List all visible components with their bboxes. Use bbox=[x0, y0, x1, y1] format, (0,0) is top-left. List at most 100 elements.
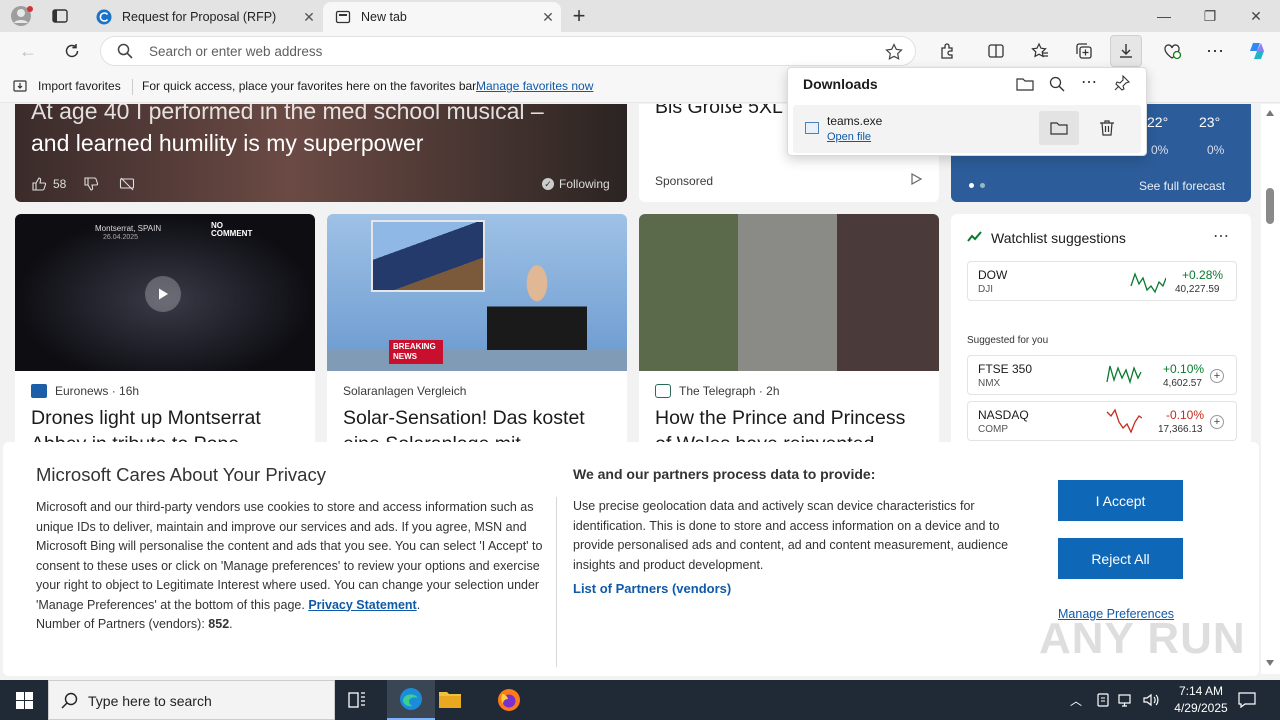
watchlist-more-icon[interactable]: ⋯ bbox=[1213, 226, 1229, 246]
tab-new-tab[interactable]: New tab ✕ bbox=[323, 2, 561, 32]
taskbar-edge[interactable] bbox=[387, 680, 435, 720]
right-title: We and our partners process data to prov… bbox=[573, 466, 876, 482]
card-source: Euronews · 16h bbox=[55, 384, 140, 398]
no-comment-logo: NO COMMENT bbox=[211, 221, 253, 238]
edge-icon bbox=[400, 688, 422, 710]
download-item[interactable]: teams.exe Open file bbox=[793, 105, 1141, 153]
import-favorites-button[interactable]: Import favorites bbox=[12, 78, 121, 94]
carousel-dots[interactable] bbox=[969, 183, 985, 188]
extensions-icon[interactable] bbox=[932, 35, 964, 67]
thumbs-down-icon[interactable] bbox=[83, 176, 99, 192]
minimize-icon[interactable]: — bbox=[1141, 0, 1187, 32]
downloads-title: Downloads bbox=[803, 76, 878, 92]
open-downloads-folder-icon[interactable] bbox=[1016, 76, 1034, 92]
weather-temp-1: 22° bbox=[1147, 114, 1169, 130]
tab-title: Request for Proposal (RFP) bbox=[122, 10, 277, 24]
back-icon[interactable]: ← bbox=[12, 35, 44, 67]
watchlist-row-dow[interactable]: DOW DJI +0.28% 40,227.59 bbox=[967, 261, 1237, 301]
watchlist-row-nasdaq[interactable]: NASDAQ COMP -0.10% 17,366.13 bbox=[967, 401, 1237, 441]
taskbar-file-explorer[interactable] bbox=[438, 688, 462, 710]
card-headline-line1: Solar-Sensation! Das kostet bbox=[343, 407, 585, 429]
news-card-telegraph[interactable]: The Telegraph · 2h How the Prince and Pr… bbox=[639, 214, 939, 454]
news-card-euronews[interactable]: Montserrat, SPAIN 26.04.2025 NO COMMENT … bbox=[15, 214, 315, 454]
close-tab-icon[interactable]: ✕ bbox=[296, 9, 322, 26]
pin-icon[interactable] bbox=[1114, 75, 1130, 91]
favorite-star-icon[interactable] bbox=[885, 43, 903, 61]
show-in-folder-button[interactable] bbox=[1039, 111, 1079, 145]
suggested-label: Suggested for you bbox=[967, 335, 1049, 346]
check-circle-icon: ✓ bbox=[542, 178, 554, 190]
list-of-partners-link[interactable]: List of Partners (vendors) bbox=[573, 581, 731, 596]
edge-page-icon bbox=[96, 9, 112, 25]
start-button[interactable] bbox=[0, 680, 48, 720]
delete-download-icon[interactable] bbox=[1099, 119, 1115, 137]
browser-essentials-icon[interactable] bbox=[1156, 35, 1188, 67]
task-view-icon[interactable] bbox=[347, 690, 367, 710]
copilot-icon[interactable] bbox=[1241, 35, 1273, 67]
anyrun-watermark: ANY RUN bbox=[1039, 614, 1246, 663]
taskbar-firefox[interactable] bbox=[497, 688, 521, 712]
like-button[interactable]: 58 bbox=[31, 176, 66, 192]
clock-time[interactable]: 7:14 AM bbox=[1172, 684, 1230, 698]
play-ad-icon[interactable] bbox=[909, 172, 923, 186]
search-icon bbox=[117, 43, 133, 59]
new-tab-button[interactable]: + bbox=[567, 3, 591, 28]
hide-story-icon[interactable] bbox=[119, 176, 135, 192]
banner-divider bbox=[556, 497, 557, 667]
tab-actions-icon[interactable] bbox=[50, 6, 70, 26]
network-icon[interactable] bbox=[1118, 692, 1134, 708]
search-icon bbox=[61, 692, 78, 709]
watchlist-row-ftse[interactable]: FTSE 350 NMX +0.10% 4,602.57 bbox=[967, 355, 1237, 395]
favorites-icon[interactable] bbox=[1024, 35, 1056, 67]
accept-button[interactable]: I Accept bbox=[1058, 480, 1183, 521]
show-hidden-icons[interactable]: ︿ bbox=[1070, 692, 1082, 709]
close-tab-icon[interactable]: ✕ bbox=[535, 9, 561, 26]
scroll-down-icon[interactable] bbox=[1266, 660, 1274, 666]
volume-icon[interactable] bbox=[1142, 692, 1160, 708]
video-thumbnail[interactable]: Montserrat, SPAIN 26.04.2025 NO COMMENT bbox=[15, 214, 315, 371]
collections-icon[interactable] bbox=[1068, 35, 1100, 67]
hero-card[interactable]: At age 40 I performed in the med school … bbox=[15, 104, 627, 202]
close-window-icon[interactable]: ✕ bbox=[1233, 0, 1279, 32]
privacy-statement-link[interactable]: Privacy Statement bbox=[308, 598, 416, 612]
restore-icon[interactable]: ❐ bbox=[1187, 0, 1233, 32]
add-ftse-icon[interactable]: + bbox=[1210, 369, 1224, 383]
card-headline-line1: Drones light up Montserrat bbox=[31, 407, 261, 429]
change: +0.28% bbox=[1182, 268, 1224, 282]
device-icon[interactable] bbox=[1096, 692, 1110, 708]
more-menu-icon[interactable]: ⋯ bbox=[1199, 35, 1231, 67]
value: 4,602.57 bbox=[1163, 378, 1202, 389]
hero-headline-line1: At age 40 I performed in the med school … bbox=[31, 104, 544, 124]
play-icon[interactable] bbox=[145, 276, 181, 312]
breaking-news-badge: BREAKING NEWS bbox=[389, 340, 443, 364]
card-source: The Telegraph · 2h bbox=[679, 384, 780, 398]
following-badge[interactable]: ✓ Following bbox=[542, 177, 610, 191]
profile-avatar[interactable] bbox=[10, 5, 34, 27]
following-label: Following bbox=[559, 177, 610, 191]
split-screen-icon[interactable] bbox=[980, 35, 1012, 67]
add-nasdaq-icon[interactable]: + bbox=[1210, 415, 1224, 429]
firefox-icon bbox=[498, 689, 520, 711]
downloads-more-icon[interactable]: ⋯ bbox=[1081, 72, 1097, 92]
see-full-forecast-link[interactable]: See full forecast bbox=[1139, 179, 1225, 193]
search-downloads-icon[interactable] bbox=[1049, 76, 1065, 92]
news-card-solar[interactable]: BREAKING NEWS Solaranlagen Vergleich Sol… bbox=[327, 214, 627, 454]
scroll-up-icon[interactable] bbox=[1266, 110, 1274, 116]
reject-all-button[interactable]: Reject All bbox=[1058, 538, 1183, 579]
manage-favorites-link[interactable]: Manage favorites now bbox=[476, 79, 593, 93]
open-file-link[interactable]: Open file bbox=[827, 131, 871, 143]
downloads-icon[interactable] bbox=[1110, 35, 1142, 67]
clock-date[interactable]: 4/29/2025 bbox=[1166, 701, 1236, 715]
thumbs-up-icon bbox=[32, 177, 47, 191]
card-headline-line1: How the Prince and Princess bbox=[655, 407, 906, 429]
tab-rfp[interactable]: Request for Proposal (RFP) ✕ bbox=[84, 2, 322, 32]
address-bar[interactable]: Search or enter web address bbox=[100, 36, 916, 66]
refresh-icon[interactable] bbox=[56, 35, 88, 67]
page-scrollbar[interactable] bbox=[1261, 104, 1280, 674]
change: +0.10% bbox=[1163, 362, 1205, 376]
scroll-thumb[interactable] bbox=[1266, 188, 1274, 224]
notifications-icon[interactable] bbox=[1238, 691, 1256, 709]
import-favorites-label: Import favorites bbox=[38, 79, 121, 93]
hero-headline-line2: and learned humility is my superpower bbox=[31, 130, 424, 156]
taskbar-search-box[interactable]: Type here to search bbox=[48, 680, 335, 720]
